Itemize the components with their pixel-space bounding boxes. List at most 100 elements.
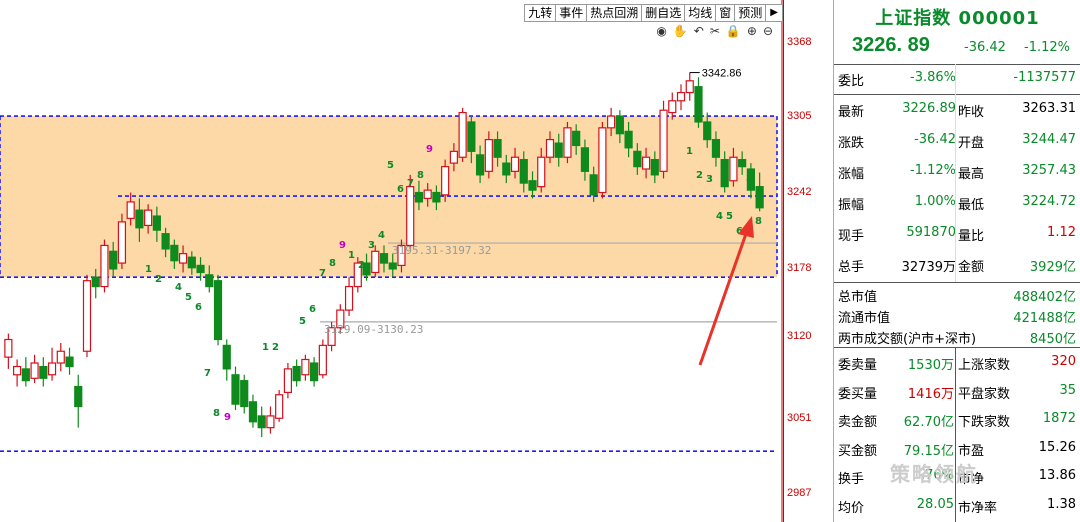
toolbar-button[interactable]: 九转: [524, 4, 556, 22]
quote-value: 3929亿: [1029, 260, 1076, 275]
quote-value: -1137577: [1013, 70, 1076, 85]
scissors-icon[interactable]: ✂: [710, 24, 720, 38]
nine-turn-label: 5: [387, 160, 394, 171]
nine-turn-label: 2: [696, 170, 703, 181]
toolbar-button[interactable]: 事件: [555, 4, 587, 22]
nine-turn-label: 5: [726, 211, 733, 222]
candle-body: [423, 189, 432, 199]
candle-body: [222, 344, 231, 370]
quote-value: 591870: [906, 225, 956, 240]
quote-panel: 上证指数 000001 3226. 89 -36.42 -1.12% 委比 -3.…: [833, 0, 1080, 522]
nine-turn-label: 4: [378, 230, 385, 241]
candlestick-canvas[interactable]: 3342.863195.31-3197.323129.09-3130.23124…: [0, 0, 783, 522]
nine-turn-label: 6: [195, 302, 202, 313]
nine-turn-label: 4: [716, 211, 723, 222]
nine-turn-label: 6: [397, 184, 404, 195]
quote-label: 量比: [958, 229, 985, 244]
candle-body: [668, 100, 677, 114]
nine-turn-label: 5: [185, 292, 192, 303]
y-tick: 2987: [787, 487, 812, 499]
toolbar-button[interactable]: 预测: [734, 4, 766, 22]
chart-icon-row: ◉ ✋ ↶ ✂ 🔒 ⊕ ⊖: [656, 24, 773, 38]
quote-value: 3263.31: [1022, 101, 1076, 116]
high-marker-label: 3342.86: [702, 68, 742, 80]
hand-icon[interactable]: ✋: [673, 24, 688, 38]
toolbar-button[interactable]: 热点回溯: [586, 4, 642, 22]
kline-chart[interactable]: 3342.86 3195.31-3197.32 3129.09-3130.23 1 2 4…: [0, 0, 783, 522]
quote-label: 涨幅: [838, 167, 865, 182]
candle-body: [598, 127, 607, 194]
divider: [834, 347, 1080, 348]
quote-label: 现手: [838, 229, 865, 244]
candle-body: [720, 158, 729, 188]
candle-body: [406, 186, 415, 247]
candle-body: [13, 365, 22, 376]
eye-icon[interactable]: ◉: [656, 24, 666, 38]
quote-value: 3224.72: [1022, 194, 1076, 209]
quote-label: 开盘: [958, 136, 985, 151]
candle-body: [379, 253, 389, 264]
candle-body: [30, 362, 39, 379]
candle-body: [318, 344, 327, 376]
nine-turn-label: 8: [417, 170, 424, 181]
candle-body: [458, 111, 467, 158]
candle-body: [537, 156, 546, 188]
candle-body: [624, 130, 633, 149]
quote-label: 最低: [958, 198, 985, 213]
toolbar-button[interactable]: 均线: [684, 4, 716, 22]
candle-body: [563, 127, 572, 158]
quote-value: 15.26: [1038, 439, 1076, 455]
candle-body: [39, 365, 48, 379]
index-title: 上证指数 000001: [875, 8, 1040, 29]
candle-body: [484, 138, 493, 172]
quote-value: 320: [1051, 354, 1076, 369]
candle-body: [615, 115, 624, 135]
candle-body: [441, 166, 450, 196]
candle-body: [572, 130, 581, 147]
market-label: 流通市值: [838, 311, 891, 326]
nine-turn-label: 7: [746, 178, 753, 189]
candle-body: [196, 264, 205, 274]
quote-label: 振幅: [838, 198, 865, 213]
candle-body: [755, 186, 764, 209]
quote-label: 最新: [838, 105, 865, 120]
candle-body: [694, 86, 703, 123]
toolbar-button[interactable]: 删自选: [641, 4, 685, 22]
candle-body: [703, 121, 712, 141]
quote-value: 3226.89: [902, 101, 956, 116]
nine-turn-label: 1: [348, 250, 355, 261]
nine-turn-label: 8: [213, 408, 220, 419]
quote-value: 1.12: [1047, 225, 1076, 240]
toolbar-button[interactable]: 窗: [715, 4, 735, 22]
y-tick: 3305: [787, 110, 812, 122]
candle-body: [685, 80, 694, 94]
market-value: 421488亿: [1013, 311, 1076, 326]
candle-body: [21, 368, 30, 382]
y-tick: 3242: [787, 186, 812, 198]
candle-body: [371, 250, 380, 274]
quote-value: 1.38: [1047, 496, 1076, 512]
zoom-in-icon[interactable]: ⊕: [747, 24, 757, 38]
market-label: 两市成交额(沪市+深市): [838, 332, 977, 347]
chart-toolbar: 九转 事件 热点回溯 删自选 均线窗预测 ▶: [524, 4, 783, 22]
candle-body: [607, 115, 616, 129]
candle-body: [213, 280, 223, 341]
candle-body: [589, 174, 598, 196]
undo-icon[interactable]: ↶: [694, 24, 704, 38]
nine-turn-label: 9: [339, 240, 346, 251]
divider: [834, 64, 1080, 65]
market-value: 8450亿: [1029, 332, 1076, 347]
divider: [834, 94, 1080, 95]
quote-label: 总手: [838, 260, 865, 275]
zoom-out-icon[interactable]: ⊖: [763, 24, 773, 38]
quote-label: 委比: [838, 74, 865, 89]
candle-body: [161, 233, 170, 250]
index-change-pct: -1.12%: [1024, 40, 1070, 55]
candle-body: [414, 191, 424, 203]
candle-body: [65, 356, 74, 368]
nine-turn-label: 7: [407, 178, 414, 189]
divider: [955, 64, 956, 282]
lock-icon[interactable]: 🔒: [726, 24, 741, 38]
candle-body: [292, 365, 301, 382]
toolbar-arrow-icon[interactable]: ▶: [765, 4, 783, 22]
